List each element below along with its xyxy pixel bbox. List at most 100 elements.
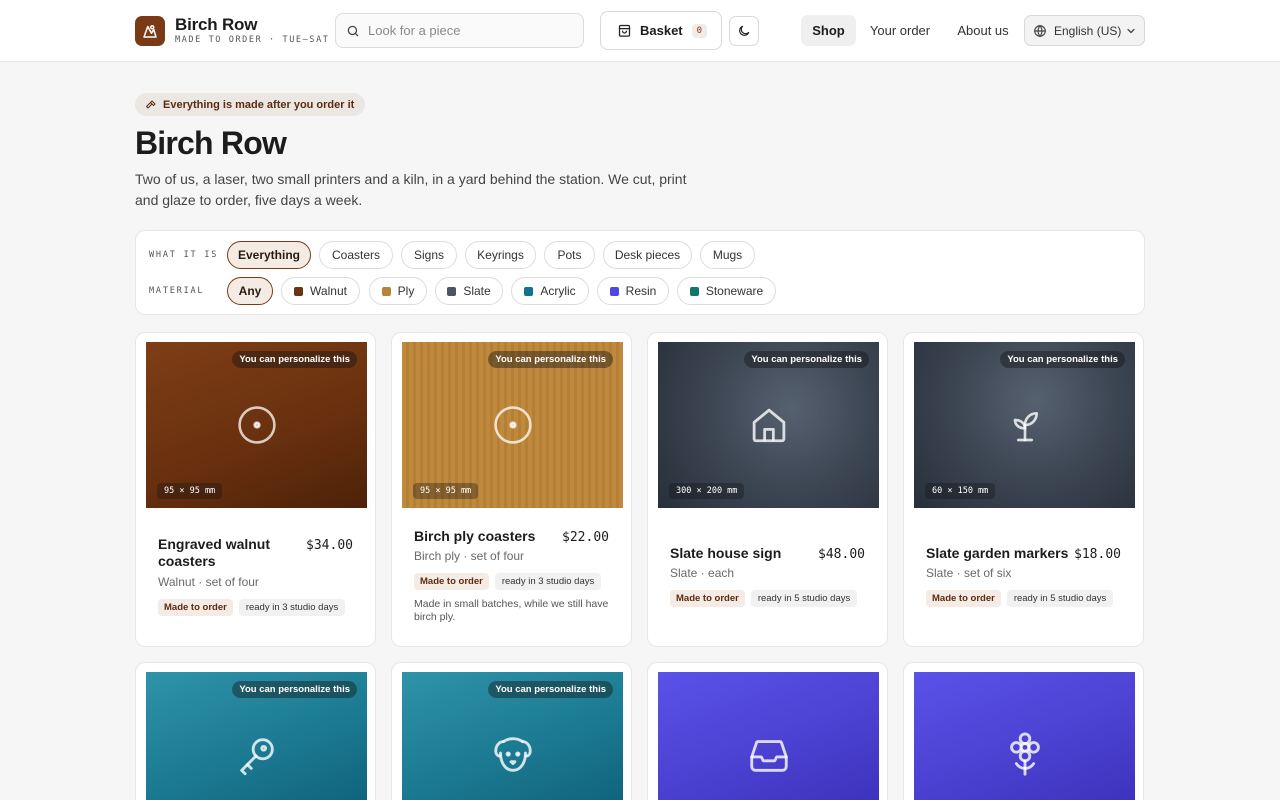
ready-time-tag: ready in 5 studio days: [750, 590, 858, 607]
material-ply[interactable]: Ply: [369, 277, 427, 305]
language-select[interactable]: English (US): [1024, 15, 1145, 46]
nav-about-us[interactable]: About us: [950, 15, 1016, 46]
material-label: Walnut: [310, 284, 347, 298]
product-card[interactable]: [903, 662, 1144, 800]
made-to-order-tag: Made to order: [158, 599, 233, 616]
basket-icon: [618, 24, 631, 37]
product-card[interactable]: You can personalize this 300 × 200 mm Sl…: [647, 332, 888, 647]
basket-button[interactable]: Basket 0: [600, 11, 722, 50]
ready-time-tag: ready in 3 studio days: [494, 573, 602, 590]
key-icon: [240, 738, 274, 776]
product-name[interactable]: Birch ply coasters: [414, 528, 564, 545]
product-name[interactable]: Slate house sign: [670, 545, 805, 562]
top-bar: Birch Row MADE TO ORDER · TUE–SAT Basket…: [0, 0, 1280, 62]
product-card[interactable]: [647, 662, 888, 800]
product-price: $22.00: [562, 530, 609, 545]
made-after-order-pill: Everything is made after you order it: [135, 93, 366, 116]
material-resin[interactable]: Resin: [597, 277, 669, 305]
product-subtitle: Walnut · set of four: [158, 575, 259, 589]
basket-label: Basket: [640, 23, 683, 38]
material-label: Ply: [397, 284, 415, 298]
filter-coasters[interactable]: Coasters: [319, 241, 393, 269]
brand: Birch Row MADE TO ORDER · TUE–SAT: [175, 15, 330, 45]
product-card[interactable]: You can personalize this 95 × 95 mm Engr…: [135, 332, 376, 647]
personalize-badge: You can personalize this: [232, 681, 357, 698]
filter-everything[interactable]: Everything: [227, 241, 311, 269]
pill-text: Everything is made after you order it: [163, 98, 355, 111]
basket-count-badge: 0: [691, 23, 708, 38]
brand-name: Birch Row: [175, 15, 258, 34]
material-label: Acrylic: [540, 284, 576, 298]
inbox-tray-icon: [750, 740, 788, 772]
product-subtitle: Slate · set of six: [926, 566, 1012, 580]
chevron-down-icon: [1127, 28, 1135, 34]
category-filter-label: WHAT IT IS: [149, 250, 219, 260]
product-image: You can personalize this: [146, 672, 367, 800]
stoneware-swatch: [689, 286, 699, 296]
product-tags: Made to order ready in 5 studio days: [670, 590, 858, 607]
search-box[interactable]: [335, 13, 584, 48]
page-title: Birch Row: [135, 125, 287, 161]
product-card[interactable]: You can personalize this 60 × 150 mm Sla…: [903, 332, 1144, 647]
product-tags: Made to order ready in 3 studio days: [158, 599, 346, 616]
page-description: Two of us, a laser, two small printers a…: [135, 171, 687, 208]
personalize-badge: You can personalize this: [744, 351, 869, 368]
filter-mugs[interactable]: Mugs: [700, 241, 755, 269]
material-walnut[interactable]: Walnut: [281, 277, 360, 305]
slate-swatch: [447, 286, 457, 296]
search-input[interactable]: [368, 23, 568, 38]
material-filter-label: MATERIAL: [149, 286, 205, 296]
ready-time-tag: ready in 3 studio days: [238, 599, 346, 616]
material-label: Slate: [463, 284, 491, 298]
brand-tagline: MADE TO ORDER · TUE–SAT: [175, 35, 330, 45]
product-image: You can personalize this 95 × 95 mm: [146, 342, 367, 508]
dog-icon: [494, 737, 532, 772]
ply-swatch: [381, 286, 391, 296]
product-card[interactable]: You can personalize this: [135, 662, 376, 800]
coaster-icon: [237, 406, 276, 444]
product-image: [658, 672, 879, 800]
walnut-swatch: [294, 286, 304, 296]
size-tag: 95 × 95 mm: [413, 483, 479, 499]
flower-icon: [1010, 732, 1040, 776]
house-icon: [752, 408, 785, 443]
personalize-badge: You can personalize this: [1000, 351, 1125, 368]
nav-shop[interactable]: Shop: [801, 15, 856, 46]
product-subtitle: Slate · each: [670, 566, 735, 580]
search-icon: [347, 25, 359, 36]
material-acrylic[interactable]: Acrylic: [511, 277, 589, 305]
size-tag: 95 × 95 mm: [157, 483, 223, 499]
product-subtitle: Birch ply · set of four: [414, 549, 525, 563]
product-price: $18.00: [1074, 547, 1121, 562]
product-card[interactable]: You can personalize this 95 × 95 mm Birc…: [391, 332, 632, 647]
globe-icon: [1034, 24, 1046, 37]
filter-panel: WHAT IT IS Everything Coasters Signs Key…: [135, 230, 1145, 315]
product-image: [914, 672, 1135, 800]
nav-your-order[interactable]: Your order: [864, 15, 936, 46]
product-card[interactable]: You can personalize this: [391, 662, 632, 800]
ready-time-tag: ready in 5 studio days: [1006, 590, 1114, 607]
material-stoneware[interactable]: Stoneware: [677, 277, 776, 305]
brand-logo[interactable]: [135, 16, 165, 46]
filter-pots[interactable]: Pots: [544, 241, 595, 269]
acrylic-swatch: [524, 286, 534, 296]
material-any[interactable]: Any: [227, 277, 273, 305]
product-note: Made in small batches, while we still ha…: [414, 598, 609, 623]
filter-desk-pieces[interactable]: Desk pieces: [603, 241, 692, 269]
product-name[interactable]: Engraved walnut coasters: [158, 536, 293, 570]
product-image: You can personalize this 60 × 150 mm: [914, 342, 1135, 508]
size-tag: 60 × 150 mm: [925, 483, 996, 499]
product-name[interactable]: Slate garden markers: [926, 545, 1076, 562]
personalize-badge: You can personalize this: [488, 351, 613, 368]
filter-signs[interactable]: Signs: [401, 241, 457, 269]
language-label: English (US): [1054, 23, 1122, 38]
material-label: Resin: [625, 284, 657, 298]
filter-keyrings[interactable]: Keyrings: [465, 241, 536, 269]
made-to-order-tag: Made to order: [414, 573, 489, 590]
product-price: $34.00: [306, 538, 353, 553]
coaster-icon: [493, 406, 532, 444]
resin-swatch: [609, 286, 619, 296]
size-tag: 300 × 200 mm: [669, 483, 745, 499]
theme-toggle-button[interactable]: [729, 16, 759, 46]
material-slate[interactable]: Slate: [435, 277, 503, 305]
